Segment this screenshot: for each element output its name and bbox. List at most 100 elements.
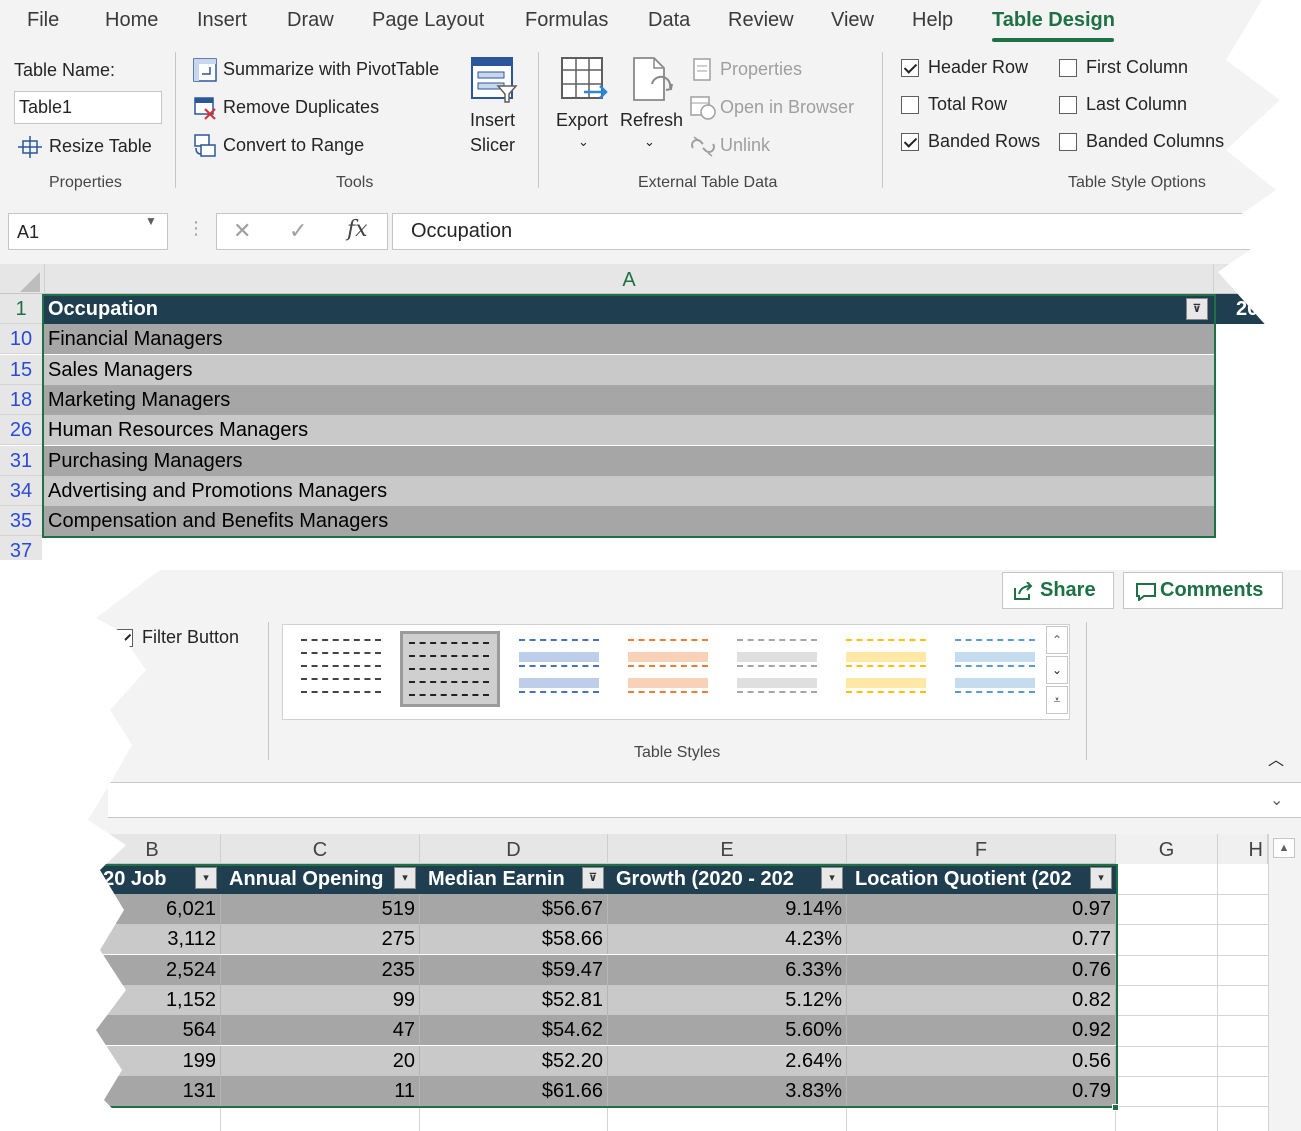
first-column-checkbox[interactable]: First Column [1058,56,1228,82]
table-style-swatch[interactable] [291,631,391,707]
banded-columns-checkbox[interactable]: Banded Columns [1058,130,1238,156]
table-cell[interactable]: $54.62 [420,1015,608,1046]
table-style-swatch[interactable] [400,631,500,707]
table-cell[interactable]: 3,112 [88,924,221,955]
table-header-cell[interactable]: Growth (2020 - 202 ▾ [608,864,847,894]
table-cell[interactable]: 99 [221,984,420,1015]
table-cell-occupation[interactable] [44,536,1214,560]
table-cell-occupation[interactable]: Purchasing Managers [44,445,1214,476]
column-header-d[interactable]: D [420,834,608,864]
insert-function-icon[interactable]: fx [347,217,368,242]
header-row-checkbox[interactable]: Header Row [900,56,1050,82]
total-row-checkbox[interactable]: Total Row [900,93,1050,119]
gallery-more-icon[interactable]: ⩡ [1046,686,1068,714]
table-cell[interactable]: 9.14% [608,894,847,924]
name-box-dropdown-icon[interactable]: ▼ [145,214,157,228]
column-header-a[interactable]: A [44,264,1214,294]
tab-file[interactable]: File [27,9,59,32]
column-header-h[interactable]: H [1218,834,1268,864]
table-cell[interactable]: 199 [88,1045,221,1076]
table-cell[interactable]: 0.76 [847,954,1116,985]
table-cell[interactable]: $61.66 [420,1075,608,1106]
row-header[interactable]: 34 [0,475,42,506]
table-cell[interactable]: 47 [221,1015,420,1046]
tab-insert[interactable]: Insert [197,9,247,32]
fill-handle[interactable] [1112,1104,1119,1111]
table-style-swatch[interactable] [945,631,1045,707]
refresh-button[interactable]: Refresh ⌄ [618,54,684,164]
tab-table-design[interactable]: Table Design [992,9,1115,32]
remove-duplicates-button[interactable]: Remove Duplicates [193,94,453,122]
table-cell[interactable]: 1,152 [88,984,221,1015]
table-cell[interactable]: 11 [221,1075,420,1106]
table-style-swatch[interactable] [836,631,936,707]
table-cell[interactable]: 6.33% [608,954,847,985]
column-header-c[interactable]: C [221,834,420,864]
collapse-ribbon-icon[interactable]: ︿ [1268,746,1284,770]
filter-dropdown-icon[interactable]: ▾ [394,867,416,889]
table-cell[interactable]: $56.67 [420,894,608,924]
table-cell[interactable]: $52.81 [420,984,608,1015]
share-button[interactable]: Share [1002,572,1114,609]
row-header[interactable]: 31 [0,445,42,476]
formula-input[interactable]: Occupation [392,213,1280,250]
table-cell[interactable]: 2,524 [88,954,221,985]
table-cell[interactable]: 5.12% [608,984,847,1015]
unlink-button[interactable]: Unlink [690,132,830,160]
tab-formulas[interactable]: Formulas [525,9,608,32]
table-style-swatch[interactable] [618,631,718,707]
table-cell[interactable]: 0.77 [847,924,1116,955]
table-cell[interactable]: $52.20 [420,1045,608,1076]
column-header-g[interactable]: G [1116,834,1218,864]
table-cell-occupation[interactable]: Marketing Managers [44,384,1214,415]
table-cell-occupation[interactable]: Human Resources Managers [44,415,1214,446]
column-header-f[interactable]: F [847,834,1116,864]
properties-button[interactable]: Properties [692,56,872,84]
column-header-e[interactable]: E [608,834,847,864]
filter-dropdown-icon[interactable]: ▾ [1090,867,1112,889]
table-cell[interactable]: 519 [221,894,420,924]
name-box[interactable]: A1 [8,213,168,250]
table-cell[interactable]: 0.97 [847,894,1116,924]
table-cell-occupation[interactable]: Advertising and Promotions Managers [44,475,1214,506]
table-header-cell[interactable]: Median Earnin ⊽ [420,864,608,894]
tab-data[interactable]: Data [648,9,690,32]
table-cell[interactable]: $58.66 [420,924,608,955]
tab-view[interactable]: View [831,9,874,32]
table-cell[interactable]: 0.79 [847,1075,1116,1106]
row-header[interactable]: 10 [0,324,42,355]
gallery-scroll-down-icon[interactable]: ⌄ [1046,656,1068,684]
filter-dropdown-icon[interactable]: ▾ [821,867,843,889]
insert-slicer-button[interactable]: Insert Slicer [462,54,524,162]
filter-button-checkbox[interactable]: Filter Button [114,626,264,652]
table-cell[interactable]: 4.23% [608,924,847,955]
table-header-cell[interactable]: Location Quotient (202 ▾ [847,864,1116,894]
table-cell[interactable]: 0.82 [847,984,1116,1015]
banded-rows-checkbox[interactable]: Banded Rows [900,130,1050,156]
table-cell[interactable]: 235 [221,954,420,985]
row-header[interactable]: 37 [0,536,42,560]
table-style-swatch[interactable] [727,631,827,707]
filter-dropdown-icon[interactable]: ▾ [195,867,217,889]
filter-active-icon[interactable]: ⊽ [1186,298,1208,320]
row-header[interactable]: 1 [0,294,42,324]
scroll-up-icon[interactable]: ▲ [1273,838,1295,858]
table-cell[interactable]: 2.64% [608,1045,847,1076]
table-cell[interactable]: 275 [221,924,420,955]
column-header-b[interactable]: B [88,834,221,864]
export-button[interactable]: Export ⌄ [554,54,614,164]
row-header[interactable]: 26 [0,415,42,446]
table-cell[interactable]: 3.83% [608,1075,847,1106]
expand-formula-bar-icon[interactable]: ⌄ [1270,790,1283,810]
convert-to-range-button[interactable]: Convert to Range [193,132,453,160]
open-in-browser-button[interactable]: Open in Browser [690,94,880,122]
formula-input-continued[interactable] [108,782,1301,818]
row-header[interactable]: 35 [0,506,42,537]
tab-draw[interactable]: Draw [287,9,334,32]
row-header[interactable]: 18 [0,384,42,415]
summarize-pivottable-button[interactable]: Summarize with PivotTable [193,56,453,84]
gallery-scroll-up-icon[interactable]: ⌃ [1046,626,1068,654]
tab-review[interactable]: Review [728,9,794,32]
table-header-cell[interactable]: 020 Job ▾ [88,864,221,894]
table-cell-occupation[interactable]: Financial Managers [44,324,1214,355]
